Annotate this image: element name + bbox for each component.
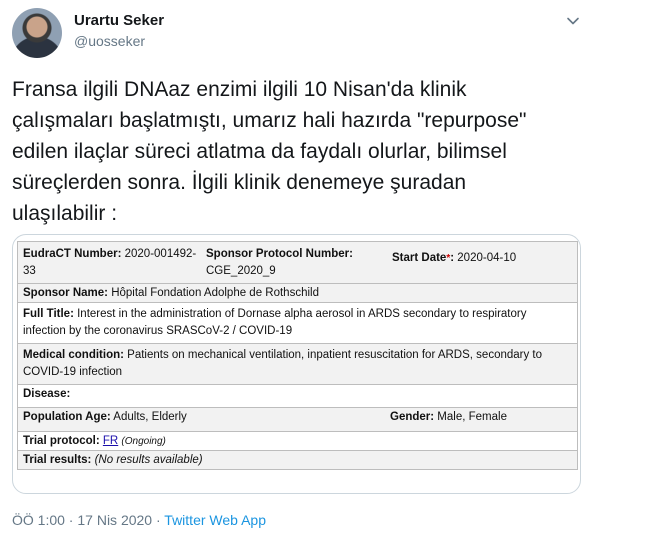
medical-condition-row: Medical condition: Patients on mechanica… [18, 344, 577, 385]
sponsor-name-value: Hôpital Fondation Adolphe de Rothschild [111, 287, 319, 299]
start-date-label: Start Date [392, 252, 447, 264]
population-age-label: Population Age: [23, 411, 111, 423]
full-title-value: Interest in the administration of Dornas… [23, 308, 527, 337]
medical-condition-label: Medical condition: [23, 349, 124, 361]
attached-image[interactable]: EudraCT Number: 2020-001492-33 Sponsor P… [12, 234, 581, 494]
eudract-label: EudraCT Number: [23, 248, 122, 260]
avatar[interactable] [12, 8, 62, 58]
gender-value: Male, Female [437, 411, 507, 423]
sponsor-protocol-value: CGE_2020_9 [206, 265, 276, 277]
footer-separator: · [64, 512, 78, 528]
trial-protocol-label: Trial protocol: [23, 435, 100, 447]
gender-label: Gender: [390, 411, 435, 423]
trial-protocol-row: Trial protocol: FR (Ongoing) [18, 432, 577, 451]
sponsor-name-label: Sponsor Name: [23, 287, 108, 299]
disease-label: Disease: [23, 388, 71, 400]
author-handle[interactable]: @uosseker [74, 33, 145, 49]
disease-row: Disease: [18, 385, 577, 408]
footer-separator: · [152, 512, 165, 528]
trial-results-label: Trial results: [23, 454, 92, 466]
trial-protocol-status: (Ongoing) [121, 436, 166, 447]
tweet-footer: ÖÖ 1:00 · 17 Nis 2020 · Twitter Web App [12, 512, 266, 528]
full-title-label: Full Title: [23, 308, 74, 320]
trial-header-row: EudraCT Number: 2020-001492-33 Sponsor P… [18, 242, 577, 284]
sponsor-name-row: Sponsor Name: Hôpital Fondation Adolphe … [18, 284, 577, 303]
chevron-down-icon[interactable] [566, 14, 580, 28]
tweet-text: Fransa ilgili DNAaz enzimi ilgili 10 Nis… [12, 78, 527, 225]
sponsor-protocol-label: Sponsor Protocol Number: [206, 248, 353, 260]
population-age-value: Adults, Elderly [113, 411, 187, 423]
tweet-time[interactable]: ÖÖ 1:00 [12, 512, 65, 528]
start-date-value: 2020-04-10 [457, 252, 517, 264]
trial-protocol-link[interactable]: FR [103, 435, 118, 447]
trial-table: EudraCT Number: 2020-001492-33 Sponsor P… [17, 241, 578, 470]
tweet-source-link[interactable]: Twitter Web App [164, 512, 266, 528]
full-title-row: Full Title: Interest in the administrati… [18, 303, 577, 344]
trial-results-row: Trial results: (No results available) [18, 451, 577, 469]
population-row: Population Age: Adults, Elderly Gender: … [18, 408, 577, 432]
trial-results-value: (No results available) [94, 454, 203, 466]
author-name[interactable]: Urartu Seker [74, 12, 164, 29]
tweet-date[interactable]: 17 Nis 2020 [77, 512, 152, 528]
